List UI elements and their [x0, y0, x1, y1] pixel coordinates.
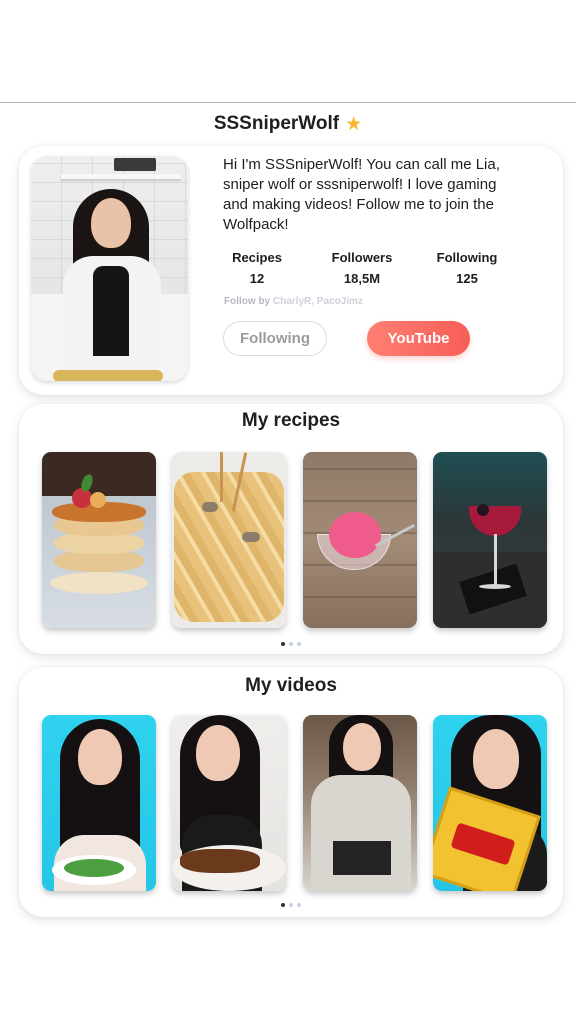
- recipes-carousel[interactable]: [42, 452, 547, 628]
- recipe-thumb-pasta[interactable]: [172, 452, 287, 628]
- stat-value: 125: [456, 271, 478, 286]
- pager-dot[interactable]: [289, 642, 293, 646]
- stat-following[interactable]: Following 125: [417, 250, 517, 286]
- videos-carousel[interactable]: [42, 715, 547, 891]
- youtube-button[interactable]: YouTube: [367, 321, 470, 356]
- recipe-thumb-icecream[interactable]: [302, 452, 417, 628]
- followed-by-prefix: Follow by: [224, 296, 271, 307]
- recipe-thumb-pancakes[interactable]: [42, 452, 156, 628]
- recipes-pager: [19, 642, 563, 646]
- videos-pager: [19, 903, 563, 907]
- recipe-thumb-cocktail[interactable]: [432, 452, 547, 628]
- following-button[interactable]: Following: [223, 321, 327, 356]
- stat-recipes[interactable]: Recipes 12: [207, 250, 307, 286]
- profile-header: SSSniperWolf ★: [0, 113, 576, 135]
- videos-title: My videos: [245, 675, 337, 696]
- stat-followers[interactable]: Followers 18,5M: [312, 250, 412, 286]
- pager-dot[interactable]: [297, 642, 301, 646]
- video-thumb-4[interactable]: [432, 715, 547, 891]
- followed-by-names[interactable]: CharlyR, PacoJimz: [273, 296, 363, 307]
- video-thumb-3[interactable]: [302, 715, 417, 891]
- username: SSSniperWolf: [213, 113, 340, 134]
- video-thumb-2[interactable]: [172, 715, 287, 891]
- stat-label: Following: [436, 250, 498, 265]
- recipes-title: My recipes: [241, 410, 341, 431]
- profile-bio: Hi I'm SSSniperWolf! You can call me Lia…: [223, 156, 500, 233]
- pager-dot-active[interactable]: [281, 903, 285, 907]
- profile-photo: [31, 156, 188, 381]
- pager-dot-active[interactable]: [281, 642, 285, 646]
- videos-card: My videos: [19, 667, 563, 917]
- star-icon: ★: [345, 113, 363, 135]
- profile-stats: Recipes 12 Followers 18,5M Following 125: [207, 250, 517, 286]
- profile-card: Hi I'm SSSniperWolf! You can call me Lia…: [19, 146, 563, 395]
- pager-dot[interactable]: [289, 903, 293, 907]
- pager-dot[interactable]: [297, 903, 301, 907]
- stat-value: 12: [249, 271, 265, 286]
- stat-label: Followers: [331, 250, 393, 265]
- profile-page: SSSniperWolf ★ Hi I'm SSSniperWolf! You …: [0, 0, 576, 1024]
- stat-label: Recipes: [232, 250, 282, 265]
- followed-by: Follow by CharlyR, PacoJimz: [224, 296, 363, 307]
- recipes-card: My recipes: [19, 404, 563, 654]
- header-divider: [0, 102, 576, 103]
- video-thumb-1[interactable]: [42, 715, 156, 891]
- stat-value: 18,5M: [343, 271, 381, 286]
